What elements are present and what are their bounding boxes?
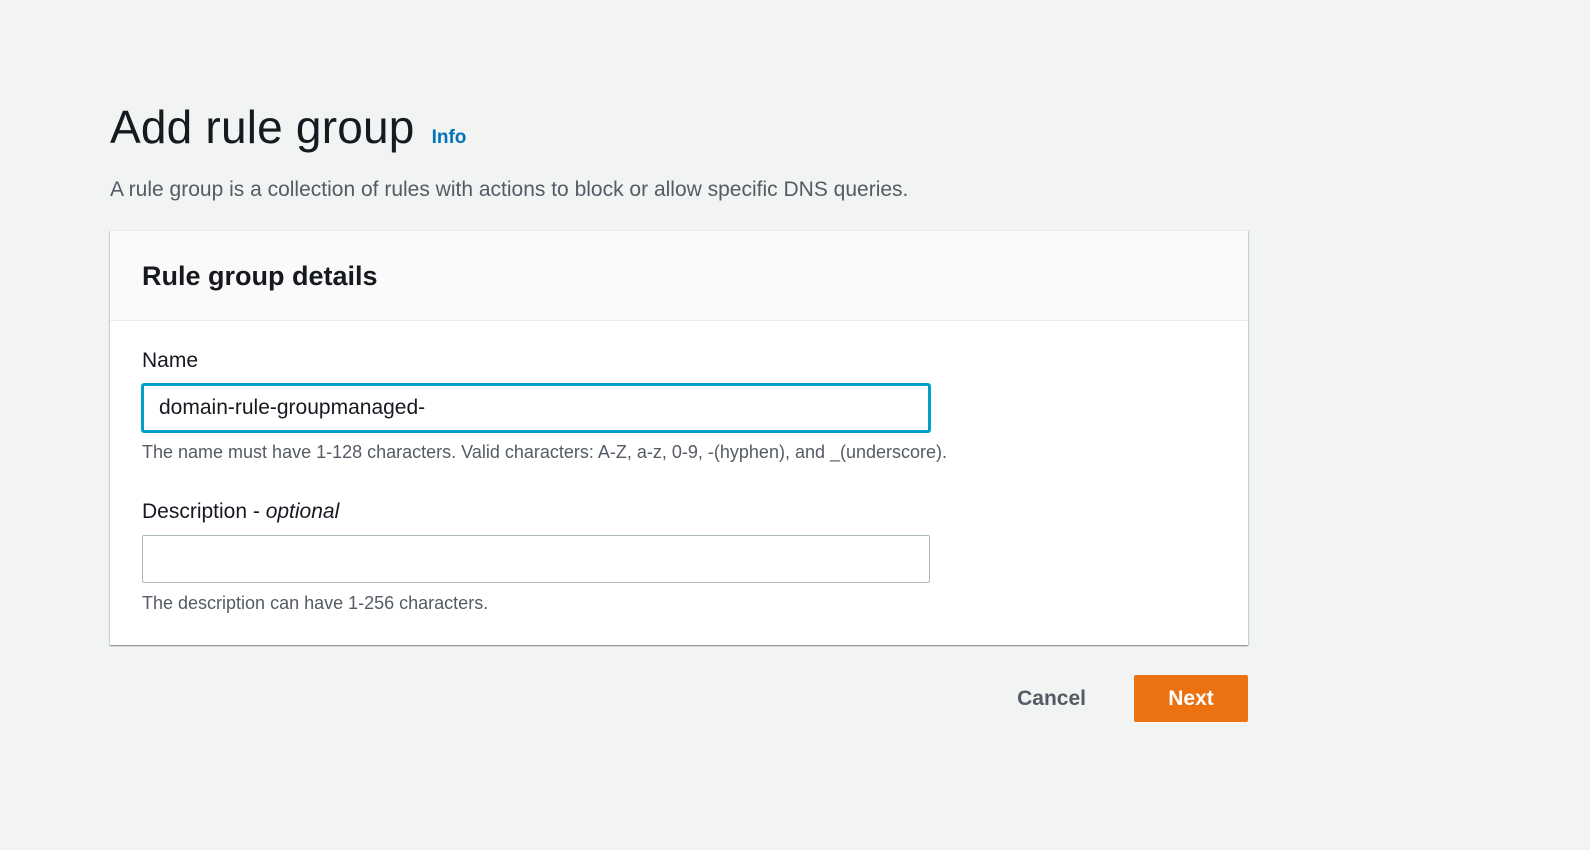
name-input-wrapper <box>142 384 930 432</box>
rule-group-details-panel: Rule group details Name The name must ha… <box>110 230 1248 645</box>
page-description: A rule group is a collection of rules wi… <box>110 178 909 201</box>
page-title: Add rule group <box>110 101 415 153</box>
optional-label: optional <box>265 500 340 523</box>
next-button[interactable]: Next <box>1134 675 1248 722</box>
description-input-wrapper <box>142 535 930 583</box>
name-input[interactable] <box>142 384 930 432</box>
panel-header: Rule group details <box>110 231 1248 321</box>
description-label: Description - optional <box>142 498 1216 526</box>
description-field-group: Description - optional The description c… <box>142 498 1216 615</box>
name-constraint-text: The name must have 1-128 characters. Val… <box>142 442 948 462</box>
name-field-group: Name The name must have 1-128 characters… <box>142 347 1216 464</box>
description-constraint-text: The description can have 1-256 character… <box>142 593 489 613</box>
panel-body: Name The name must have 1-128 characters… <box>110 321 1248 645</box>
form-actions: Cancel Next <box>110 675 1248 722</box>
name-label: Name <box>142 349 199 372</box>
description-input[interactable] <box>142 535 930 583</box>
page-header: Add rule group Info <box>110 96 1248 158</box>
description-label-text: Description - <box>142 500 266 523</box>
info-link[interactable]: Info <box>432 127 467 149</box>
panel-title: Rule group details <box>142 261 378 291</box>
page-content: Add rule group Info A rule group is a co… <box>110 96 1248 722</box>
cancel-button[interactable]: Cancel <box>997 677 1106 721</box>
